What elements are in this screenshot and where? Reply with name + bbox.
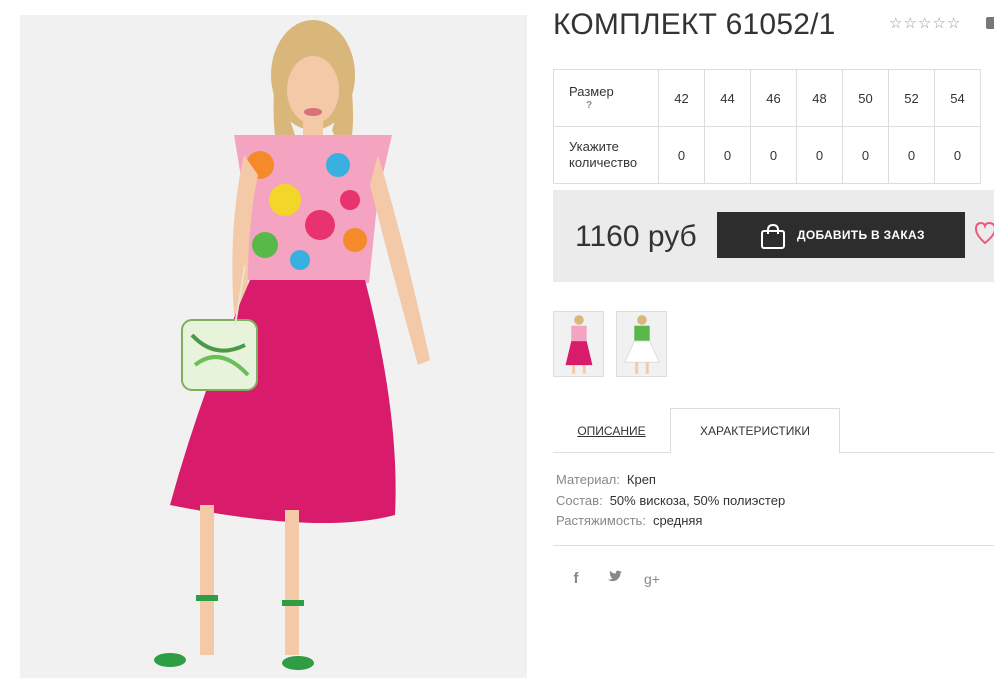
- quantity-input[interactable]: 0: [750, 126, 797, 184]
- comment-icon[interactable]: [986, 17, 994, 29]
- star-icon[interactable]: ☆: [947, 16, 960, 31]
- thumbnail-image: [554, 312, 603, 376]
- spec-row: Материал: Креп: [556, 470, 785, 491]
- quantity-input[interactable]: 0: [796, 126, 843, 184]
- facebook-icon[interactable]: f: [568, 570, 584, 587]
- spec-row: Растяжимость: средняя: [556, 511, 785, 532]
- quantity-row: Укажите количество 0 0 0 0 0 0 0: [553, 126, 981, 184]
- add-to-order-button[interactable]: ДОБАВИТЬ В ЗАКАЗ: [717, 212, 965, 258]
- size-value: 46: [750, 69, 797, 127]
- twitter-icon[interactable]: [606, 570, 622, 587]
- product-price: 1160 руб: [575, 220, 697, 253]
- product-photo-illustration: [20, 15, 527, 678]
- size-value: 54: [934, 69, 981, 127]
- purchase-panel: 1160 руб ДОБАВИТЬ В ЗАКАЗ: [553, 190, 994, 282]
- size-table: Размер ? 42 44 46 48 50 52 54 Укажите ко…: [553, 69, 981, 184]
- rating-stars[interactable]: ☆ ☆ ☆ ☆ ☆: [889, 16, 960, 31]
- size-value: 44: [704, 69, 751, 127]
- size-value: 52: [888, 69, 935, 127]
- quantity-input[interactable]: 0: [658, 126, 705, 184]
- tab-characteristics[interactable]: ХАРАКТЕРИСТИКИ: [670, 408, 840, 454]
- thumbnail-pink-skirt[interactable]: [553, 311, 604, 377]
- star-icon[interactable]: ☆: [918, 16, 931, 31]
- tab-description[interactable]: ОПИСАНИЕ: [553, 408, 670, 453]
- thumbnail-image: [617, 312, 666, 376]
- social-share: f g+: [568, 570, 660, 587]
- size-row: Размер ? 42 44 46 48 50 52 54: [553, 69, 981, 127]
- quantity-input[interactable]: 0: [842, 126, 889, 184]
- spec-key: Растяжимость:: [556, 513, 646, 528]
- star-icon[interactable]: ☆: [903, 16, 916, 31]
- characteristics-list: Материал: Креп Состав: 50% вискоза, 50% …: [556, 470, 785, 532]
- quantity-input[interactable]: 0: [888, 126, 935, 184]
- product-title: КОМПЛЕКТ 61052/1: [553, 8, 836, 41]
- star-icon[interactable]: ☆: [889, 16, 902, 31]
- add-to-order-label: ДОБАВИТЬ В ЗАКАЗ: [797, 228, 925, 242]
- product-main-photo[interactable]: [20, 15, 527, 678]
- divider: [553, 545, 994, 546]
- spec-value: Креп: [626, 472, 656, 487]
- quantity-row-label: Укажите количество: [553, 126, 659, 184]
- thumbnail-list: [553, 311, 667, 377]
- shopping-bag-icon: [761, 223, 785, 249]
- google-plus-icon[interactable]: g+: [644, 571, 660, 587]
- spec-value: средняя: [652, 513, 703, 528]
- spec-key: Состав:: [556, 492, 603, 508]
- thumbnail-white-skirt[interactable]: [616, 311, 667, 377]
- heart-icon[interactable]: [975, 222, 994, 246]
- size-row-label: Размер ?: [553, 69, 659, 127]
- quantity-input[interactable]: 0: [704, 126, 751, 184]
- spec-row: Состав: 50% вискоза, 50% полиэстер: [556, 491, 785, 512]
- spec-value: 50% вискоза, 50% полиэстер: [609, 492, 786, 508]
- size-value: 50: [842, 69, 889, 127]
- size-value: 48: [796, 69, 843, 127]
- quantity-input[interactable]: 0: [934, 126, 981, 184]
- product-tabs: ОПИСАНИЕ ХАРАКТЕРИСТИКИ: [553, 408, 994, 454]
- size-value: 42: [658, 69, 705, 127]
- spec-key: Материал:: [556, 472, 620, 487]
- star-icon[interactable]: ☆: [932, 16, 945, 31]
- twitter-bird-shape: [607, 570, 622, 582]
- size-help-icon[interactable]: ?: [569, 100, 658, 112]
